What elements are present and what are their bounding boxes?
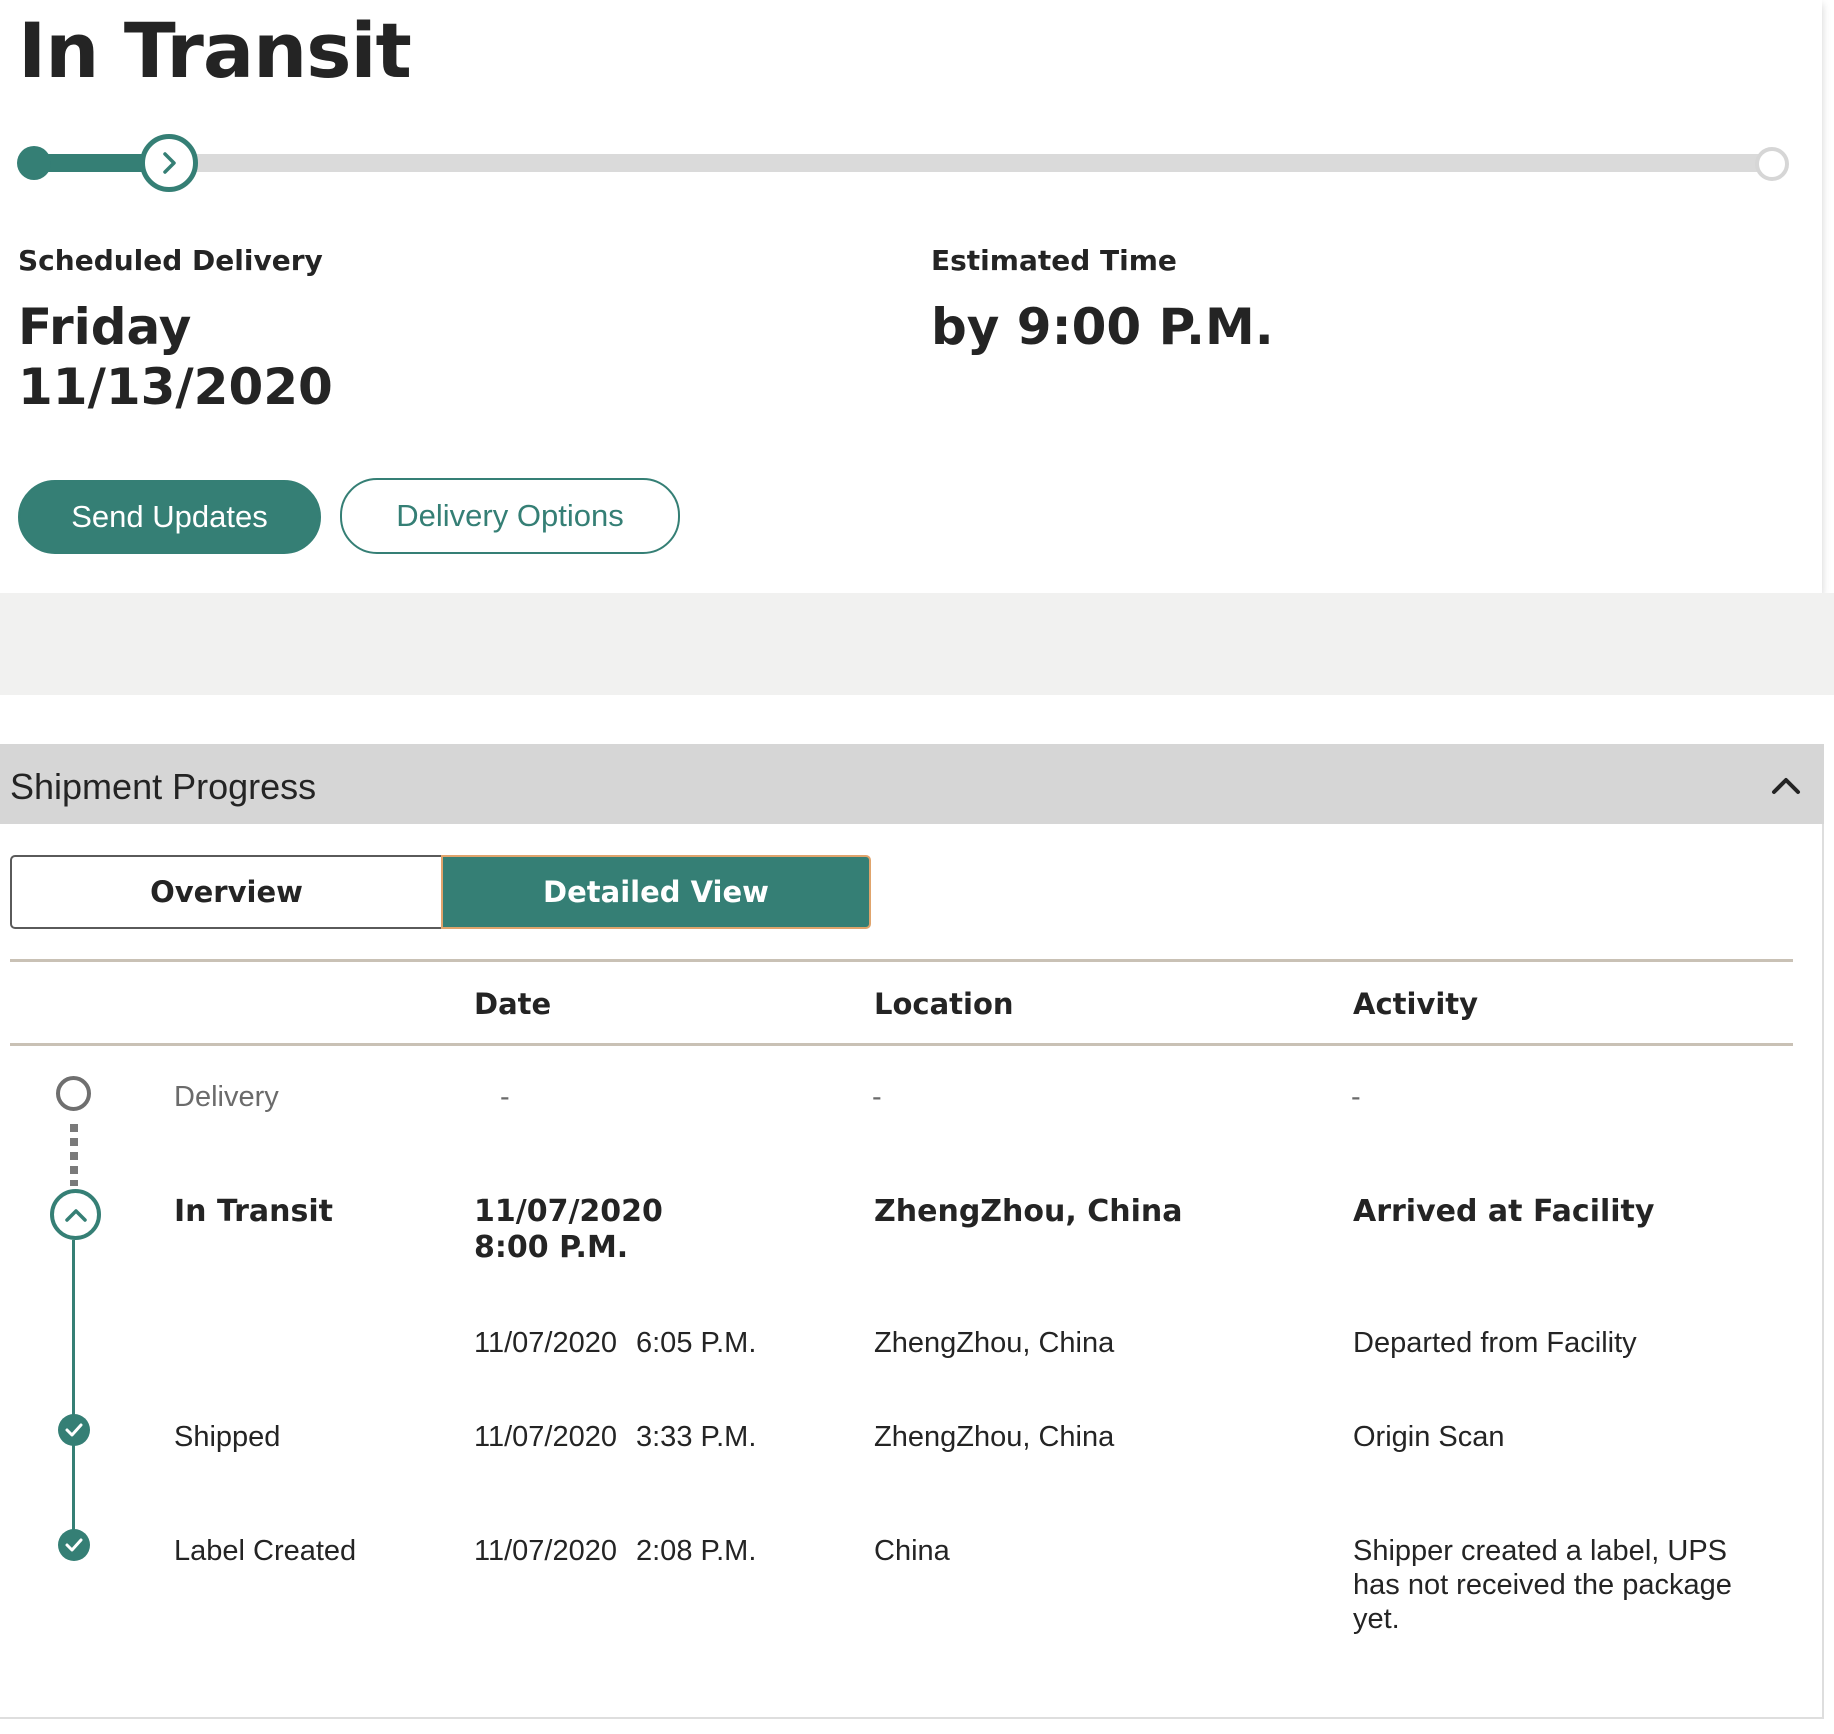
scheduled-delivery-date: 11/13/2020 <box>18 358 333 416</box>
row-activity: Shipper created a label, UPS <box>1353 1535 1727 1567</box>
check-icon <box>65 1538 83 1552</box>
row-date: - <box>500 1081 510 1113</box>
scheduled-delivery-day: Friday <box>18 298 192 356</box>
send-updates-button[interactable]: Send Updates <box>18 480 321 554</box>
row-location: ZhengZhou, China <box>874 1421 1115 1453</box>
column-header-location: Location <box>874 987 1014 1021</box>
delivery-options-button[interactable]: Delivery Options <box>340 478 680 554</box>
row-time: 3:33 P.M. <box>636 1421 757 1453</box>
milestone-label: Delivery <box>174 1081 279 1113</box>
row-time: 8:00 P.M. <box>474 1230 629 1265</box>
tab-detailed-view[interactable]: Detailed View <box>441 855 871 929</box>
row-location: China <box>874 1535 950 1567</box>
milestone-label: Shipped <box>174 1421 281 1453</box>
row-date: 11/07/2020 <box>474 1194 663 1229</box>
row-activity: has not received the package <box>1353 1569 1732 1601</box>
row-location: - <box>872 1081 882 1113</box>
progress-current-marker <box>139 134 198 192</box>
row-activity: Departed from Facility <box>1353 1327 1637 1359</box>
table-top-rule <box>10 959 1793 962</box>
row-date: 11/07/2020 <box>474 1421 617 1453</box>
row-location: ZhengZhou, China <box>874 1327 1115 1359</box>
chevron-right-icon <box>163 152 176 174</box>
progress-end-dot <box>1755 147 1789 181</box>
collapse-toggle[interactable] <box>1766 768 1806 802</box>
timeline-node-current[interactable] <box>50 1189 101 1240</box>
tab-overview[interactable]: Overview <box>10 855 441 929</box>
section-divider-band <box>0 593 1834 695</box>
column-header-activity: Activity <box>1353 987 1479 1021</box>
row-time: 2:08 P.M. <box>636 1535 757 1567</box>
timeline-node-done <box>58 1529 90 1561</box>
shipment-progress-header[interactable]: Shipment Progress <box>0 744 1824 824</box>
row-activity: Arrived at Facility <box>1353 1194 1655 1229</box>
progress-track-rail <box>29 154 1777 172</box>
milestone-label: Label Created <box>174 1535 357 1567</box>
check-icon <box>65 1423 83 1437</box>
row-activity: - <box>1351 1081 1361 1113</box>
table-header-rule <box>10 1043 1793 1046</box>
progress-track <box>17 134 1789 192</box>
shipment-progress-title: Shipment Progress <box>10 766 317 807</box>
timeline-node-done <box>58 1414 90 1446</box>
row-date: 11/07/2020 <box>474 1535 617 1567</box>
progress-start-dot <box>17 146 51 180</box>
row-activity: Origin Scan <box>1353 1421 1505 1453</box>
row-time: 6:05 P.M. <box>636 1327 757 1359</box>
estimated-time-label: Estimated Time <box>931 244 1177 277</box>
row-location: ZhengZhou, China <box>874 1194 1183 1229</box>
row-activity: yet. <box>1353 1603 1400 1635</box>
scheduled-delivery-label: Scheduled Delivery <box>18 244 323 277</box>
status-title: In Transit <box>18 6 412 95</box>
timeline-node-pending <box>56 1076 91 1111</box>
timeline-pending-connector <box>70 1124 78 1186</box>
row-date: 11/07/2020 <box>474 1327 617 1359</box>
milestone-label: In Transit <box>174 1194 334 1229</box>
estimated-time-value: by 9:00 P.M. <box>931 298 1274 356</box>
chevron-up-icon <box>1772 778 1800 794</box>
delivery-status-card: In Transit Scheduled Delivery Friday 11/… <box>0 0 1822 593</box>
chevron-up-icon <box>64 1208 87 1222</box>
timeline-connector <box>72 1240 75 1546</box>
column-header-date: Date <box>474 987 552 1021</box>
